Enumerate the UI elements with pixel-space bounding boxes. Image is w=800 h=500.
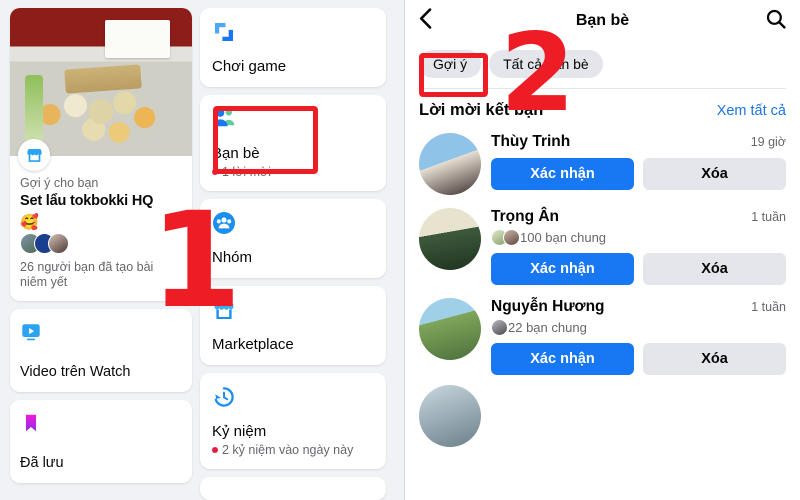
marketplace-store-icon [18, 139, 50, 171]
screenshot-root: Gợi ý cho bạn Set lẩu tokbokki HQ 🥰 26 n… [0, 0, 800, 500]
request-details: Thùy Trinh 19 giờ Xác nhận Xóa [491, 133, 786, 195]
menu-item-video-watch[interactable]: Video trên Watch [10, 308, 192, 392]
confirm-button[interactable]: Xác nhận [491, 253, 634, 285]
section-title: Lời mời kết bạn [419, 101, 544, 119]
watch-video-icon [20, 321, 182, 348]
avatar [491, 319, 508, 336]
menu-item-label: Chơi game [212, 58, 287, 75]
request-header: Trọng Ân 1 tuần [491, 208, 786, 226]
friends-tab-row: Gợi ý Tất cả bạn bè [405, 42, 800, 88]
back-chevron-icon[interactable] [419, 8, 432, 34]
menu-right-column: Chơi game Bạn bè 1 lời mời Nhóm Marketpl… [200, 8, 386, 500]
menu-item-ky-niem[interactable]: Kỷ niệm 2 kỷ niệm vào ngày này [200, 373, 386, 469]
menu-item-label: Video trên Watch [20, 363, 131, 380]
mutual-friends: 22 bạn chung [491, 319, 786, 336]
avatar[interactable] [419, 133, 481, 195]
friend-request-row-partial[interactable] [405, 383, 800, 455]
menu-item-sub-label: 2 kỷ niệm vào ngày này [222, 443, 354, 457]
mutual-avatars [491, 319, 508, 336]
menu-left-column: Gợi ý cho bạn Set lẩu tokbokki HQ 🥰 26 n… [10, 8, 192, 500]
request-time: 1 tuần [751, 300, 786, 314]
request-header: Thùy Trinh 19 giờ [491, 133, 786, 151]
request-time: 19 giờ [750, 135, 786, 149]
delete-button[interactable]: Xóa [643, 158, 786, 190]
mutual-friends-label: 22 bạn chung [508, 320, 587, 335]
avatar[interactable] [419, 208, 481, 270]
section-header: Lời mời kết bạn Xem tất cả [405, 89, 800, 128]
friend-request-row[interactable]: Thùy Trinh 19 giờ Xác nhận Xóa [405, 128, 800, 203]
menu-item-label: Kỷ niệm [212, 423, 267, 440]
suggestion-body: Gợi ý cho bạn Set lẩu tokbokki HQ 🥰 26 n… [10, 156, 192, 301]
marketplace-store-icon [212, 298, 376, 322]
menu-item-sub-label: 1 lời mời [222, 165, 272, 179]
request-name[interactable]: Thùy Trinh [491, 133, 570, 151]
bookmark-saved-icon [20, 412, 182, 439]
gaming-controller-icon [212, 20, 376, 44]
marketplace-suggestion-card[interactable]: Gợi ý cho bạn Set lẩu tokbokki HQ 🥰 26 n… [10, 8, 192, 301]
friends-panel: Bạn bè Gợi ý Tất cả bạn bè Lời mời kết b… [405, 0, 800, 500]
menu-item-label: Nhóm [212, 249, 253, 266]
friends-people-icon [212, 107, 376, 131]
suggestion-emoji: 🥰 [20, 214, 39, 231]
menu-item-nhom[interactable]: Nhóm [200, 199, 386, 278]
avatar[interactable] [419, 298, 481, 360]
avatar [48, 233, 69, 254]
request-details: Nguyễn Hương 1 tuần 22 bạn chung Xác nhậ… [491, 298, 786, 375]
delete-button[interactable]: Xóa [643, 253, 786, 285]
request-name[interactable]: Nguyễn Hương [491, 298, 605, 316]
menu-item-choi-game[interactable]: Chơi game [200, 8, 386, 87]
tab-label: Tất cả bạn bè [503, 56, 589, 72]
page-title: Bạn bè [575, 12, 630, 29]
menu-item-label: Marketplace [212, 336, 294, 353]
menu-columns: Gợi ý cho bạn Set lẩu tokbokki HQ 🥰 26 n… [0, 0, 404, 500]
menu-item-partial[interactable] [200, 477, 386, 500]
delete-button[interactable]: Xóa [643, 343, 786, 375]
suggestion-friend-avatars [20, 233, 182, 255]
request-details [491, 385, 786, 447]
groups-icon [212, 211, 376, 235]
tab-label: Gợi ý [433, 56, 468, 72]
tab-goi-y[interactable]: Gợi ý [419, 50, 482, 78]
friend-request-row[interactable]: Trọng Ân 1 tuần 100 bạn chung Xác nhận X… [405, 203, 800, 293]
friend-request-row[interactable]: Nguyễn Hương 1 tuần 22 bạn chung Xác nhậ… [405, 293, 800, 383]
see-all-link[interactable]: Xem tất cả [717, 103, 786, 119]
confirm-button[interactable]: Xác nhận [491, 343, 634, 375]
request-actions: Xác nhận Xóa [491, 253, 786, 285]
suggestion-title: Set lẩu tokbokki HQ [20, 193, 154, 209]
menu-item-badge: 2 kỷ niệm vào ngày này [212, 443, 376, 457]
menu-item-badge: 1 lời mời [212, 165, 376, 179]
red-dot-icon [212, 447, 218, 453]
left-menu-panel: Gợi ý cho bạn Set lẩu tokbokki HQ 🥰 26 n… [0, 0, 405, 500]
mutual-friends-label: 100 bạn chung [520, 230, 607, 245]
friends-header: Bạn bè [405, 0, 800, 42]
request-header: Nguyễn Hương 1 tuần [491, 298, 786, 316]
tab-tat-ca-ban-be[interactable]: Tất cả bạn bè [489, 50, 603, 78]
menu-item-marketplace[interactable]: Marketplace [200, 286, 386, 365]
request-actions: Xác nhận Xóa [491, 343, 786, 375]
confirm-button[interactable]: Xác nhận [491, 158, 634, 190]
request-actions: Xác nhận Xóa [491, 158, 786, 190]
avatar[interactable] [419, 385, 481, 447]
mutual-avatars [491, 229, 520, 246]
suggestion-product-photo [10, 8, 192, 171]
search-icon[interactable] [766, 9, 786, 34]
red-dot-icon [212, 169, 218, 175]
request-time: 1 tuần [751, 210, 786, 224]
product-label-tag [104, 19, 171, 59]
request-details: Trọng Ân 1 tuần 100 bạn chung Xác nhận X… [491, 208, 786, 285]
avatar [503, 229, 520, 246]
suggestion-meta: 26 người bạn đã tạo bài niêm yết [20, 260, 154, 290]
menu-item-ban-be[interactable]: Bạn bè 1 lời mời [200, 95, 386, 191]
menu-item-label: Đã lưu [20, 454, 64, 471]
menu-item-label: Bạn bè [212, 145, 260, 162]
request-name[interactable]: Trọng Ân [491, 208, 559, 226]
suggestion-subtitle: Gợi ý cho bạn [20, 176, 99, 190]
memories-clock-icon [212, 385, 376, 409]
mutual-friends: 100 bạn chung [491, 229, 786, 246]
menu-item-saved[interactable]: Đã lưu [10, 399, 192, 483]
